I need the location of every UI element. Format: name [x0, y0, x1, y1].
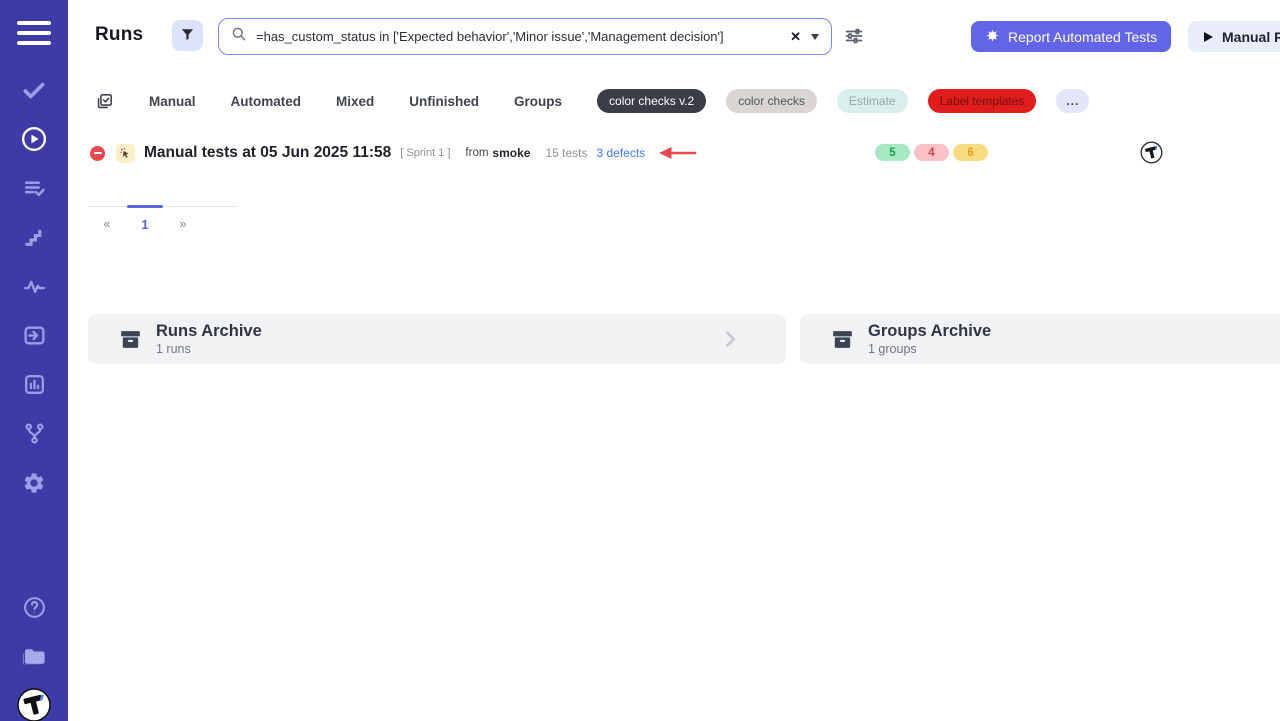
- tab-manual[interactable]: Manual: [149, 94, 196, 109]
- sidebar-item-branches[interactable]: [0, 413, 68, 453]
- run-defects-link[interactable]: 3 defects: [596, 146, 645, 160]
- tag-label-templates[interactable]: Label templates: [928, 89, 1037, 113]
- main-content: Runs =has_custom_status in ['Expected be…: [68, 0, 1280, 721]
- run-tests-count: 15 tests: [545, 146, 587, 160]
- help-button[interactable]: [0, 587, 68, 627]
- runs-archive-count: 1 runs: [156, 342, 262, 356]
- run-status-badges: 5 4 6: [875, 144, 988, 161]
- sparkle-icon: [985, 28, 1000, 46]
- groups-archive-count: 1 groups: [868, 342, 991, 356]
- search-icon: [231, 26, 247, 47]
- manual-button-label: Manual R: [1222, 29, 1280, 45]
- sidebar-item-runs[interactable]: [0, 119, 68, 159]
- search-input[interactable]: =has_custom_status in ['Expected behavio…: [218, 18, 832, 55]
- run-emoji-icon: [116, 144, 135, 163]
- sidebar-item-tests[interactable]: [0, 70, 68, 110]
- run-reporter-logo-icon[interactable]: [1140, 141, 1163, 169]
- tag-color-checks-v2[interactable]: color checks v.2: [597, 89, 706, 113]
- search-query-text: =has_custom_status in ['Expected behavio…: [256, 29, 782, 44]
- pagination-page-1[interactable]: 1: [126, 217, 164, 232]
- runs-archive-title: Runs Archive: [156, 322, 262, 340]
- activity-icon: [22, 274, 47, 299]
- groups-archive-card[interactable]: Groups Archive 1 groups: [800, 314, 1280, 364]
- tabs-row: Manual Automated Mixed Unfinished Groups…: [68, 86, 1280, 116]
- badge-passed[interactable]: 5: [875, 144, 910, 161]
- badge-failed[interactable]: 4: [914, 144, 949, 161]
- report-button-label: Report Automated Tests: [1008, 29, 1157, 45]
- badge-other[interactable]: 6: [953, 144, 988, 161]
- search-dropdown-caret-icon[interactable]: [811, 34, 819, 40]
- sidebar-item-import[interactable]: [0, 315, 68, 355]
- sidebar-item-test-plans[interactable]: [0, 168, 68, 208]
- check-icon: [21, 77, 47, 103]
- filter-settings-button[interactable]: [843, 26, 865, 48]
- sliders-icon: [844, 34, 864, 49]
- groups-archive-title: Groups Archive: [868, 322, 991, 340]
- run-row[interactable]: Manual tests at 05 Jun 2025 11:58 [ Spri…: [68, 140, 1280, 166]
- stairs-icon: [22, 225, 47, 250]
- bar-chart-icon: [22, 372, 47, 397]
- page-title: Runs: [95, 24, 143, 46]
- tab-groups[interactable]: Groups: [514, 94, 562, 109]
- manual-run-button[interactable]: Manual R: [1188, 21, 1280, 52]
- archive-box-icon: [118, 327, 143, 352]
- folder-icon: [21, 643, 48, 670]
- tab-mixed[interactable]: Mixed: [336, 94, 374, 109]
- archives-row: Runs Archive 1 runs Groups Archive 1 gro…: [68, 314, 1280, 364]
- app-window: Runs =has_custom_status in ['Expected be…: [0, 0, 1280, 721]
- report-automated-tests-button[interactable]: Report Automated Tests: [971, 21, 1171, 52]
- branch-icon: [22, 421, 47, 446]
- sidebar-item-milestones[interactable]: [0, 217, 68, 257]
- run-source: smoke: [492, 146, 530, 160]
- tag-estimate[interactable]: Estimate: [837, 89, 908, 113]
- gear-icon: [22, 471, 46, 495]
- logo-icon: [17, 688, 51, 721]
- play-icon: [1204, 32, 1213, 42]
- chevron-right-icon: [719, 328, 741, 355]
- import-icon: [22, 323, 47, 348]
- runs-archive-card[interactable]: Runs Archive 1 runs: [88, 314, 786, 364]
- pagination: « 1 »: [88, 206, 238, 232]
- run-from-label: from: [465, 147, 488, 159]
- funnel-icon: [180, 27, 195, 45]
- run-sprint-label: [ Sprint 1 ]: [400, 147, 450, 159]
- menu-icon[interactable]: [17, 21, 51, 45]
- list-check-icon: [22, 176, 47, 201]
- play-circle-icon: [20, 125, 48, 153]
- archive-box-icon: [830, 327, 855, 352]
- sidebar-item-files[interactable]: [0, 636, 68, 676]
- sidebar-item-analytics[interactable]: [0, 364, 68, 404]
- sidebar: [0, 0, 68, 721]
- active-page-indicator: [127, 205, 163, 208]
- sidebar-item-pulse[interactable]: [0, 266, 68, 306]
- question-circle-icon: [22, 595, 47, 620]
- tab-automated[interactable]: Automated: [231, 94, 302, 109]
- red-arrow-left-icon: [657, 146, 697, 160]
- tag-color-checks[interactable]: color checks: [726, 89, 817, 113]
- tab-unfinished[interactable]: Unfinished: [409, 94, 479, 109]
- clear-search-icon[interactable]: ✕: [790, 29, 801, 45]
- tags-more-button[interactable]: ...: [1056, 89, 1089, 113]
- sidebar-item-settings[interactable]: [0, 463, 68, 503]
- minus-circle-icon: [90, 146, 105, 161]
- pagination-next-button[interactable]: »: [164, 217, 202, 232]
- pagination-prev-button[interactable]: «: [88, 217, 126, 232]
- filter-button[interactable]: [172, 20, 203, 51]
- run-title[interactable]: Manual tests at 05 Jun 2025 11:58: [144, 144, 391, 162]
- select-all-icon[interactable]: [95, 92, 114, 111]
- app-logo[interactable]: [0, 685, 68, 721]
